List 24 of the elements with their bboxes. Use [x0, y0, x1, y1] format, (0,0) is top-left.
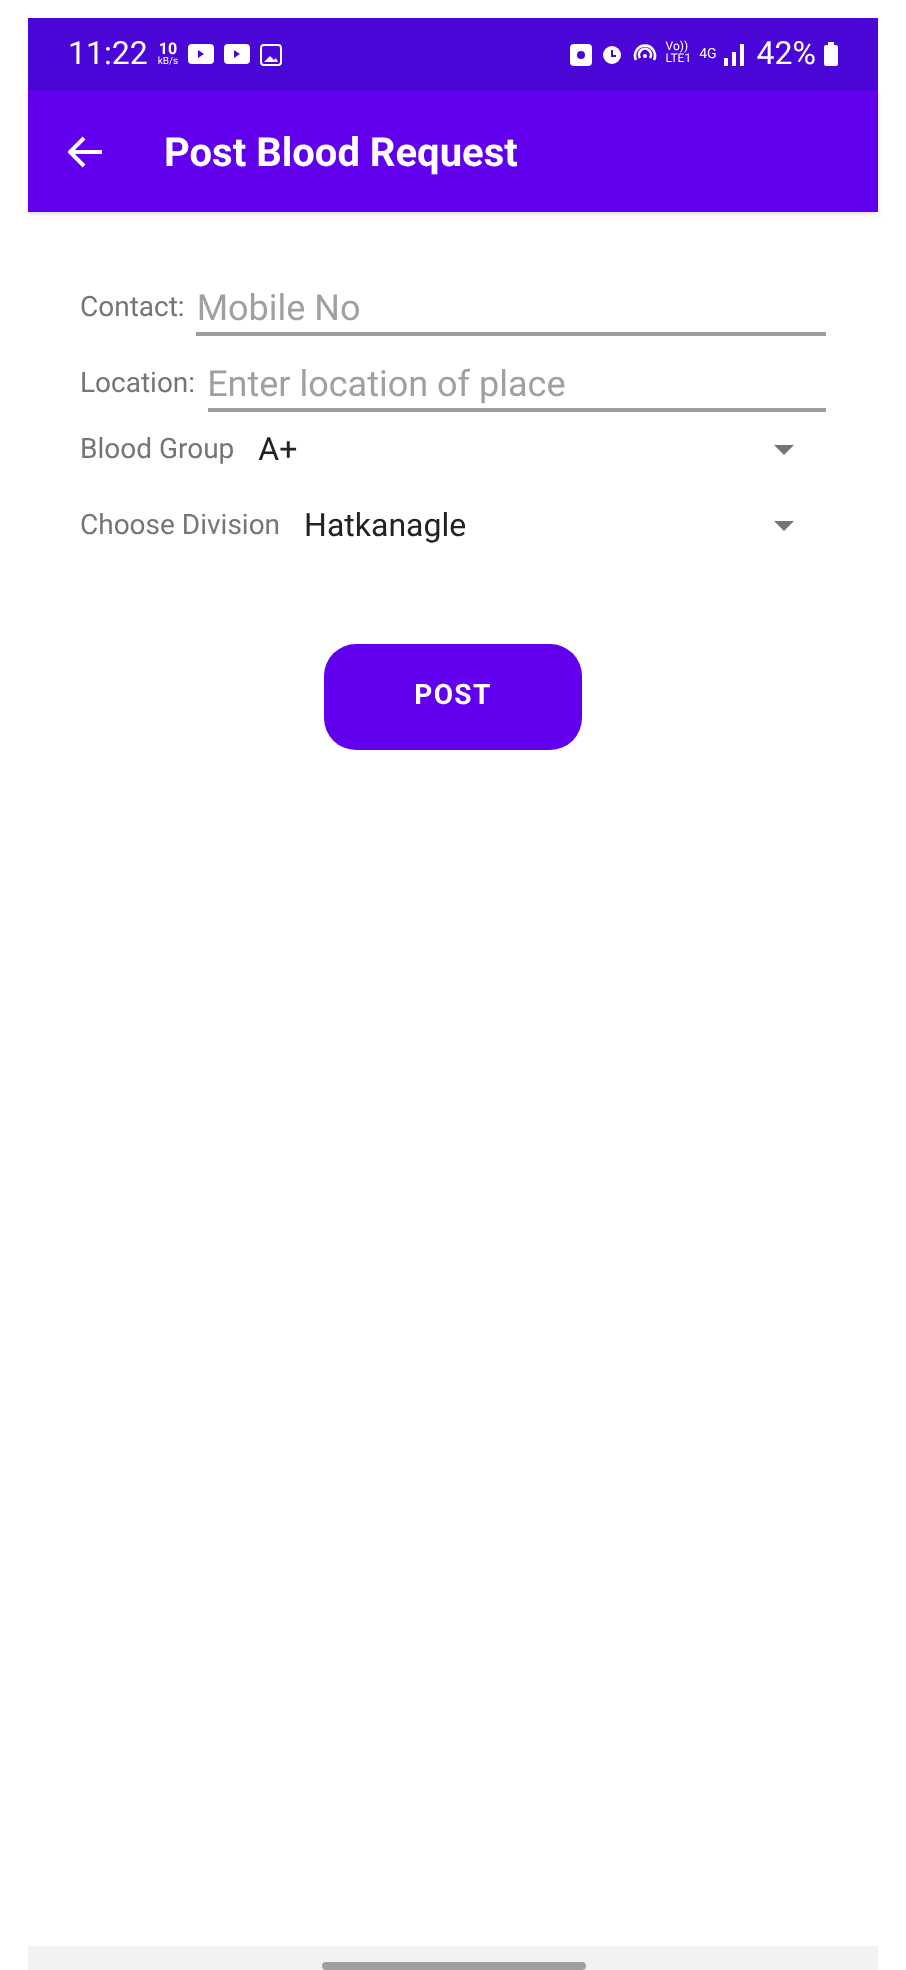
field-label: Contact: — [80, 290, 185, 328]
signal-icon — [724, 43, 749, 65]
dropdown[interactable]: Hatkanagle — [304, 502, 826, 550]
data-speed: 10 — [158, 41, 178, 57]
battery-icon — [824, 42, 838, 66]
back-arrow-icon — [68, 135, 104, 167]
play-icon — [224, 44, 251, 64]
play-icon — [188, 44, 215, 64]
input-field[interactable]: Enter location of place — [207, 363, 826, 412]
clock-time: 11:22 — [68, 32, 148, 76]
hotspot-icon — [631, 42, 658, 66]
alarm-icon — [599, 42, 624, 66]
dropdown-caret-icon — [774, 444, 794, 456]
post-button[interactable]: POST — [324, 644, 582, 750]
field-label: Location: — [80, 366, 196, 404]
image-icon — [260, 43, 283, 65]
field-label: Choose Division — [80, 507, 281, 545]
back-button[interactable] — [68, 135, 104, 167]
app-bar-title: Post Blood Request — [164, 125, 518, 179]
dropdown-caret-icon — [774, 520, 794, 532]
dropdown[interactable]: A+ — [258, 426, 826, 474]
input-field[interactable]: Mobile No — [196, 287, 826, 336]
battery-percent: 42% — [756, 32, 816, 76]
field-label: Blood Group — [80, 431, 235, 469]
